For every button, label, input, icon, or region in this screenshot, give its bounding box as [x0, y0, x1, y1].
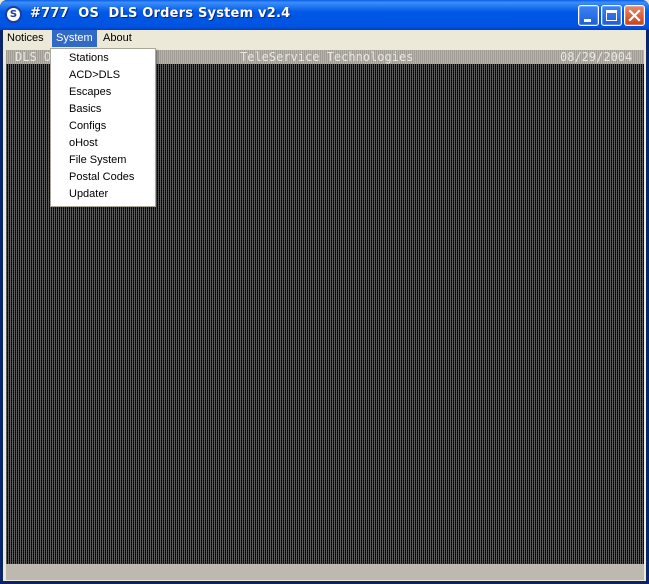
- menu-item-updater[interactable]: Updater: [69, 186, 108, 203]
- close-icon: [628, 9, 641, 22]
- title-bar[interactable]: S #777 OS DLS Orders System v2.4: [0, 0, 649, 30]
- app-icon[interactable]: S: [5, 6, 22, 23]
- menu-bar: Notices System About: [3, 30, 646, 48]
- menu-about[interactable]: About: [99, 30, 136, 47]
- menu-item-basics[interactable]: Basics: [69, 101, 101, 118]
- close-button[interactable]: [624, 5, 645, 26]
- header-date: 08/29/2004: [560, 50, 633, 64]
- company-name: TeleService Technologies: [240, 50, 414, 64]
- minimize-icon: [584, 19, 591, 22]
- menu-item-configs[interactable]: Configs: [69, 118, 106, 135]
- status-strip: [6, 564, 644, 580]
- minimize-button[interactable]: [578, 5, 599, 26]
- window-title: #777 OS DLS Orders System v2.4: [30, 6, 291, 21]
- system-dropdown-menu: Stations ACD>DLS Escapes Basics Configs …: [50, 48, 156, 207]
- menu-item-stations[interactable]: Stations: [69, 50, 109, 67]
- menu-item-ohost[interactable]: oHost: [69, 135, 98, 152]
- maximize-button[interactable]: [601, 5, 622, 26]
- menu-item-file-system[interactable]: File System: [69, 152, 126, 169]
- menu-system[interactable]: System: [52, 30, 97, 47]
- app-window: S #777 OS DLS Orders System v2.4 Notices…: [0, 0, 649, 584]
- maximize-icon: [606, 10, 617, 21]
- menu-notices[interactable]: Notices: [3, 30, 48, 47]
- menu-item-postal-codes[interactable]: Postal Codes: [69, 169, 134, 186]
- header-left-text: DLS O: [15, 50, 52, 64]
- menu-item-acd-dls[interactable]: ACD>DLS: [69, 67, 120, 84]
- menu-item-escapes[interactable]: Escapes: [69, 84, 111, 101]
